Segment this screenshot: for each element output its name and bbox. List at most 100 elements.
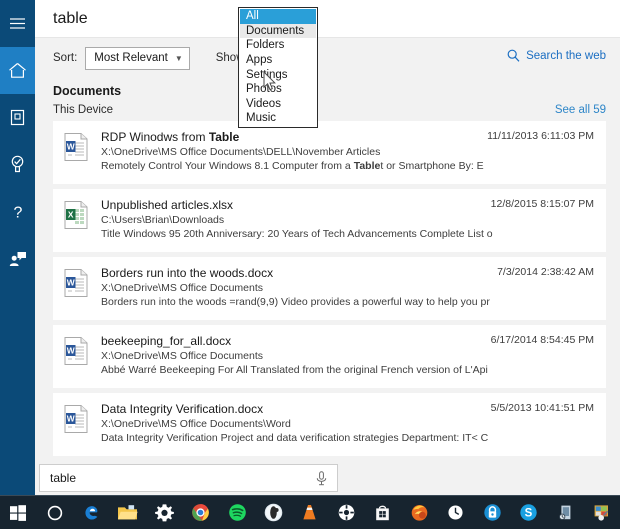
skype-icon: S — [520, 504, 537, 521]
table-row[interactable]: W RDP Winodws from Table X:\OneDrive\MS Of… — [53, 121, 606, 184]
cortana-button[interactable] — [36, 496, 72, 529]
word-document-icon: W — [64, 133, 88, 161]
taskbar-item-edge[interactable] — [73, 496, 109, 529]
filter-toolbar: Sort: Most Relevant ▼ Show: Search the w… — [35, 38, 620, 78]
svg-text:X: X — [68, 210, 74, 220]
taskbar-item-file-explorer[interactable] — [109, 496, 145, 529]
taskbar-item-firefox[interactable] — [401, 496, 437, 529]
taskbar-item-paint[interactable] — [584, 496, 620, 529]
table-row[interactable]: X Unpublished articles.xlsx C:\Users\Brian… — [53, 189, 606, 252]
taskbar-item-device-tool[interactable] — [547, 496, 583, 529]
result-date: 7/3/2014 2:38:42 AM — [497, 266, 594, 278]
result-date: 6/17/2014 8:54:45 PM — [490, 334, 594, 346]
word-document-icon: W — [64, 337, 88, 365]
word-document-icon: W — [64, 269, 88, 297]
search-bar-rail-stub — [0, 461, 35, 495]
word-document-icon: W — [63, 266, 101, 320]
table-row[interactable]: W Data Integrity Verification.docx X:\OneD… — [53, 393, 606, 456]
sidebar-item-home[interactable] — [0, 47, 35, 94]
sidebar-item-feedback[interactable] — [0, 235, 35, 282]
spotify-icon — [228, 504, 246, 521]
search-the-web-label: Search the web — [526, 49, 606, 62]
taskbar-item-security[interactable] — [474, 496, 510, 529]
taskbar-item-clock[interactable] — [438, 496, 474, 529]
dropdown-option-documents[interactable]: Documents — [240, 23, 316, 39]
excel-document-icon: X — [63, 198, 101, 252]
lock-icon — [484, 504, 501, 521]
result-snippet: Abbé Warré Beekeeping For All Translated… — [101, 364, 488, 376]
windows-store-icon — [376, 505, 390, 521]
search-icon — [507, 49, 520, 62]
sidebar-item-notebook[interactable] — [0, 94, 35, 141]
results-list: W RDP Winodws from Table X:\OneDrive\MS Of… — [35, 121, 620, 456]
taskbar-item-chrome[interactable] — [182, 496, 218, 529]
word-document-icon: W — [64, 405, 88, 433]
word-document-icon: W — [63, 334, 101, 388]
dropdown-option-photos[interactable]: Photos — [240, 82, 316, 97]
search-field-wrap: table — [35, 461, 620, 495]
taskbar-item-settings[interactable] — [146, 496, 182, 529]
svg-text:S: S — [525, 508, 533, 520]
taskbar-item-opera[interactable] — [255, 496, 291, 529]
feedback-person-icon — [9, 251, 26, 266]
taskbar-item-game[interactable] — [328, 496, 364, 529]
start-button[interactable] — [0, 496, 36, 529]
question-mark-icon: ? — [13, 204, 22, 221]
result-snippet: Borders run into the woods =rand(9,9) Vi… — [101, 296, 490, 308]
svg-text:W: W — [67, 142, 75, 152]
svg-text:W: W — [67, 414, 75, 424]
taskbar-item-skype[interactable]: S — [511, 496, 547, 529]
google-chrome-icon — [192, 504, 209, 521]
sidebar-item-help[interactable]: ? — [0, 188, 35, 235]
word-document-icon: W — [63, 402, 101, 456]
vlc-cone-icon — [303, 505, 317, 520]
taskbar-item-spotify[interactable] — [219, 496, 255, 529]
microphone-icon[interactable] — [316, 470, 327, 486]
excel-document-icon: X — [64, 201, 88, 229]
search-title-bar: table — [35, 0, 620, 38]
result-date: 11/11/2013 6:11:03 PM — [487, 130, 594, 142]
section-heading: Documents — [53, 84, 122, 98]
dropdown-option-videos[interactable]: Videos — [240, 97, 316, 112]
svg-text:?: ? — [13, 204, 22, 221]
result-path: X:\OneDrive\MS Office Documents\DELL\Nov… — [101, 146, 381, 158]
result-path: X:\OneDrive\MS Office Documents — [101, 350, 264, 362]
sort-label: Sort: — [53, 52, 78, 64]
sort-dropdown[interactable]: Most Relevant ▼ — [85, 46, 190, 70]
hamburger-menu-button[interactable] — [0, 0, 35, 47]
windows-search-window: ? table Sort: Most Relevant ▼ Show: Sear… — [0, 0, 620, 529]
results-subheader-row: This Device See all 59 — [35, 98, 620, 121]
see-all-link[interactable]: See all 59 — [555, 104, 606, 116]
search-the-web-link[interactable]: Search the web — [507, 49, 606, 62]
game-controller-icon — [338, 504, 355, 521]
dropdown-option-music[interactable]: Music — [240, 111, 316, 126]
notebook-icon — [10, 109, 25, 126]
result-snippet: Data Integrity Verification Project and … — [101, 432, 489, 444]
result-date: 12/8/2015 8:15:07 PM — [490, 198, 594, 210]
windows-logo-icon — [10, 504, 27, 521]
dropdown-option-apps[interactable]: Apps — [240, 53, 316, 68]
result-path: X:\OneDrive\MS Office Documents\Word — [101, 418, 291, 430]
taskbar-item-store[interactable] — [365, 496, 401, 529]
word-document-icon: W — [63, 130, 101, 184]
paint-palette-icon — [594, 505, 609, 521]
device-scope-label: This Device — [53, 104, 114, 116]
table-row[interactable]: W Borders run into the woods.docx X:\OneDr… — [53, 257, 606, 320]
mozilla-firefox-icon — [411, 505, 428, 521]
table-row[interactable]: Wbeekeeping_for_all.docx X:\OneDrive\MS O… — [53, 325, 606, 388]
taskbar-search-bar: table — [0, 461, 620, 495]
left-navigation-rail: ? — [0, 0, 35, 495]
dropdown-option-all[interactable]: All — [240, 9, 316, 24]
taskbar-item-vlc[interactable] — [292, 496, 328, 529]
dropdown-option-folders[interactable]: Folders — [240, 38, 316, 53]
svg-text:W: W — [67, 346, 75, 356]
search-results-pane: table Sort: Most Relevant ▼ Show: Search… — [35, 0, 620, 495]
result-snippet: Title Windows 95 20th Anniversary: 20 Ye… — [101, 228, 493, 240]
dropdown-option-settings[interactable]: Settings — [240, 67, 316, 82]
sidebar-item-reminders[interactable] — [0, 141, 35, 188]
result-snippet: Remotely Control Your Windows 8.1 Comput… — [101, 160, 484, 172]
search-input[interactable]: table — [39, 464, 338, 492]
result-date: 5/5/2013 10:41:51 PM — [490, 402, 594, 414]
show-filter-dropdown-menu[interactable]: All Documents Folders Apps Settings Phot… — [238, 7, 318, 128]
device-icon — [558, 505, 571, 520]
